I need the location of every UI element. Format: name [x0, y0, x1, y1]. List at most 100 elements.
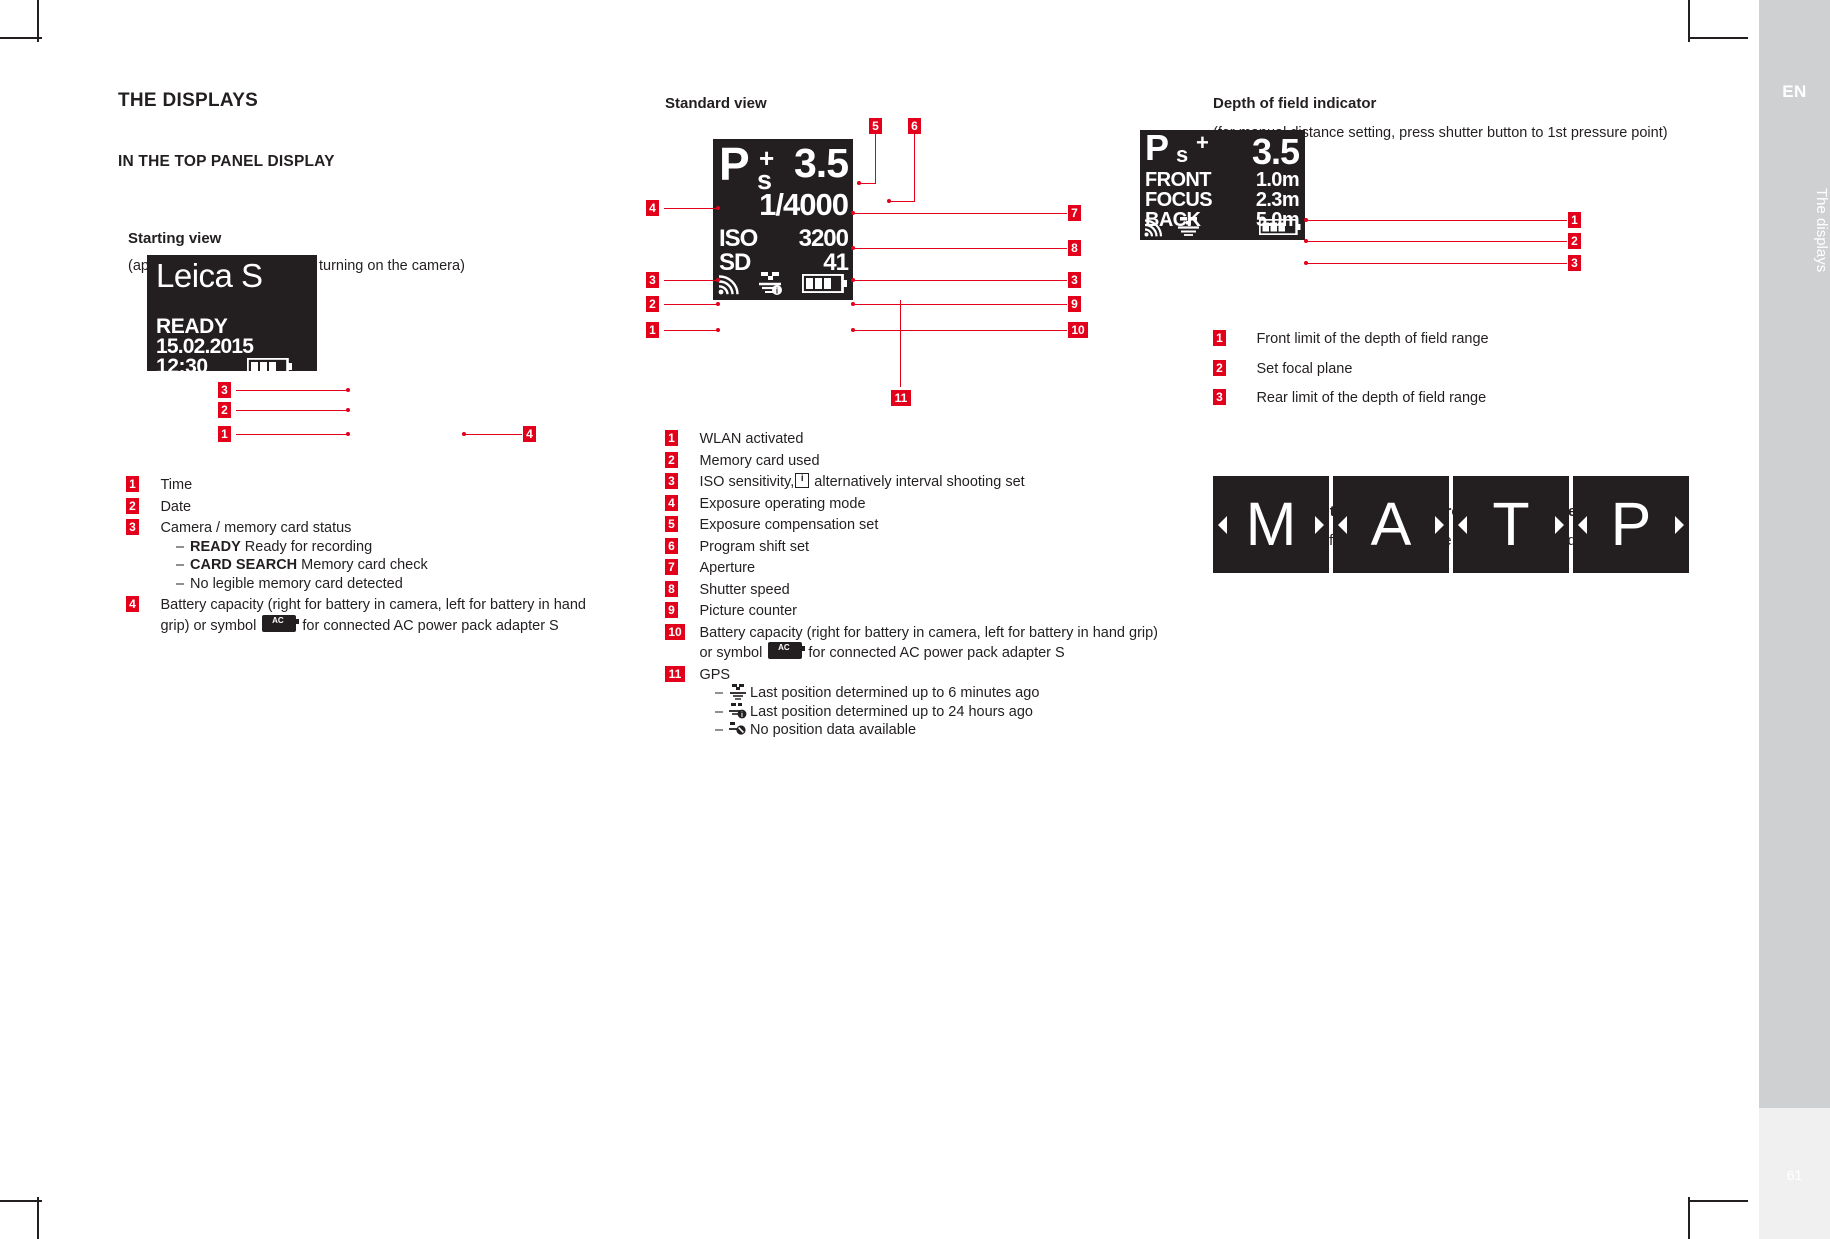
- leader-dot-4-std: [716, 206, 720, 210]
- legend-number: 3: [1213, 389, 1226, 405]
- legend-label: Rear limit of the depth of field range: [1256, 390, 1487, 406]
- legend-label: Set focal plane: [1256, 360, 1353, 377]
- legend-subitem-text: Ready for recording: [240, 538, 373, 555]
- legend-item: 6 Program shift set: [665, 537, 1165, 557]
- callout-3: 3: [218, 382, 231, 398]
- legend-item: 10 Battery capacity (right for battery i…: [665, 623, 1165, 663]
- exposure-mode-letter: M: [1245, 490, 1297, 558]
- lcd-time-text: 12:30: [156, 355, 208, 378]
- legend-subitem: – Last position determined up to 6 minut…: [695, 684, 1165, 703]
- starting-view-legend: 1 Time 2 Date 3 Camera / memory card sta…: [126, 476, 626, 638]
- leader-line-1-std: [664, 330, 719, 332]
- lcd-exposure-compensation: +: [1196, 130, 1209, 155]
- legend-item: 3 Rear limit of the depth of field range: [1213, 389, 1713, 408]
- legend-label: Picture counter: [699, 603, 797, 619]
- exposure-mode-tile-m[interactable]: M: [1213, 476, 1329, 573]
- crop-mark-bl-h: [0, 1200, 42, 1202]
- leader-line-9: [854, 304, 1067, 306]
- legend-label: Aperture: [699, 560, 756, 576]
- standard-view-display: P + s 3.5 1/4000 ISO 3200 SD 41 i: [713, 139, 853, 300]
- crop-mark-br-h: [1688, 1200, 1748, 1202]
- standard-view-legend: 1 WLAN activated 2 Memory card used 3 IS…: [665, 430, 1165, 743]
- leader-dot-1-std: [716, 328, 720, 332]
- exposure-mode-tile-p[interactable]: P: [1573, 476, 1689, 573]
- crop-mark-tr-h: [1688, 37, 1748, 39]
- dof-title: Depth of field indicator: [1213, 95, 1377, 112]
- leader-dot-dof-1: [1304, 218, 1308, 222]
- callout-5: 5: [869, 118, 882, 134]
- legend-number: 11: [665, 665, 685, 682]
- legend-text-after: for connected AC power pack adapter S: [804, 645, 1065, 661]
- legend-item: 1 Time: [126, 476, 626, 495]
- callout-dof-1: 1: [1568, 212, 1581, 228]
- leader-dot-9-iso: [851, 278, 855, 282]
- dash-marker: –: [176, 575, 185, 592]
- gps-satellite-icon: i: [756, 271, 784, 296]
- legend-subitem-text: Memory card check: [297, 557, 428, 573]
- legend-label: ISO sensitivity, alternatively interval …: [699, 472, 1024, 492]
- starting-view-title: Starting view: [128, 230, 222, 247]
- dash-marker: –: [715, 685, 724, 701]
- leader-line-3: [236, 390, 348, 392]
- legend-text-after: for connected AC power pack adapter S: [298, 617, 559, 634]
- legend-item: 1 WLAN activated: [665, 430, 1165, 449]
- leader-line-6-v: [914, 134, 916, 202]
- exposure-mode-tile-a[interactable]: A: [1333, 476, 1449, 573]
- chevron-left-icon: [1338, 515, 1347, 534]
- battery-icon: [802, 274, 848, 293]
- legend-label: Battery capacity (right for battery in c…: [160, 596, 615, 635]
- lcd-focus-label: FOCUS: [1145, 189, 1213, 211]
- leader-line-dof-3: [1307, 263, 1567, 265]
- leader-line-5-v: [875, 134, 877, 184]
- exposure-mode-tiles: M A T P: [1213, 476, 1689, 573]
- chevron-right-icon: [1555, 515, 1564, 534]
- legend-subitem-keyword: CARD SEARCH: [190, 557, 298, 573]
- sidebar-tab: EN The displays 61: [1759, 0, 1830, 1239]
- manual-page: EN The displays 61 THE DISPLAYS IN THE T…: [0, 0, 1830, 1239]
- page-number: 61: [1786, 1167, 1803, 1183]
- leader-dot-5: [857, 181, 861, 185]
- legend-label: Exposure operating mode: [699, 495, 866, 512]
- crop-mark-br-v: [1688, 1197, 1690, 1239]
- leader-dot-7: [851, 211, 855, 215]
- lcd-exposure-mode: P: [1145, 127, 1170, 168]
- gps-old-icon: i: [729, 702, 747, 719]
- leader-dot-3: [346, 388, 350, 392]
- dof-legend: 1 Front limit of the depth of field rang…: [1213, 330, 1713, 411]
- callout-10: 10: [1068, 322, 1088, 338]
- legend-item: 7 Aperture: [665, 559, 1165, 578]
- leader-line-dof-1: [1307, 220, 1567, 222]
- exposure-mode-tile-t[interactable]: T: [1453, 476, 1569, 573]
- svg-text:i: i: [776, 287, 778, 296]
- legend-item: 9 Picture counter: [665, 602, 1165, 621]
- leader-dot-6: [887, 199, 891, 203]
- gps-satellite-icon: [1176, 217, 1202, 237]
- callout-7: 7: [1068, 205, 1081, 221]
- legend-item: 3 ISO sensitivity, alternatively interva…: [665, 472, 1165, 492]
- exposure-mode-letter: A: [1370, 490, 1412, 558]
- running-head: The displays: [1813, 187, 1830, 273]
- chevron-right-icon: [1315, 515, 1324, 534]
- lcd-program-shift: s: [1176, 142, 1189, 167]
- dash-marker: –: [176, 538, 185, 555]
- crop-mark-tr-v: [1688, 0, 1690, 42]
- legend-subitem: – No legible memory card detected: [156, 575, 626, 594]
- svg-text:i: i: [741, 712, 743, 719]
- leader-line-6-h: [890, 201, 915, 203]
- legend-number: 3: [665, 473, 678, 489]
- leader-dot-1: [346, 432, 350, 436]
- callout-8: 8: [1068, 240, 1081, 256]
- leader-line-5-h: [860, 183, 876, 185]
- leader-line-4-std: [664, 208, 719, 210]
- leader-line-2-std: [664, 304, 719, 306]
- crop-mark-bl-v: [37, 1197, 39, 1239]
- legend-number: 3: [126, 519, 139, 535]
- chevron-right-icon: [1675, 515, 1684, 534]
- leader-dot-2: [346, 408, 350, 412]
- chevron-left-icon: [1218, 515, 1227, 534]
- legend-subitem-text: Last position determined up to 24 hours …: [750, 703, 1033, 720]
- legend-label: GPS: [699, 666, 731, 683]
- legend-number: 8: [665, 580, 678, 597]
- callout-3: 3: [646, 272, 659, 288]
- legend-number: 4: [665, 494, 678, 511]
